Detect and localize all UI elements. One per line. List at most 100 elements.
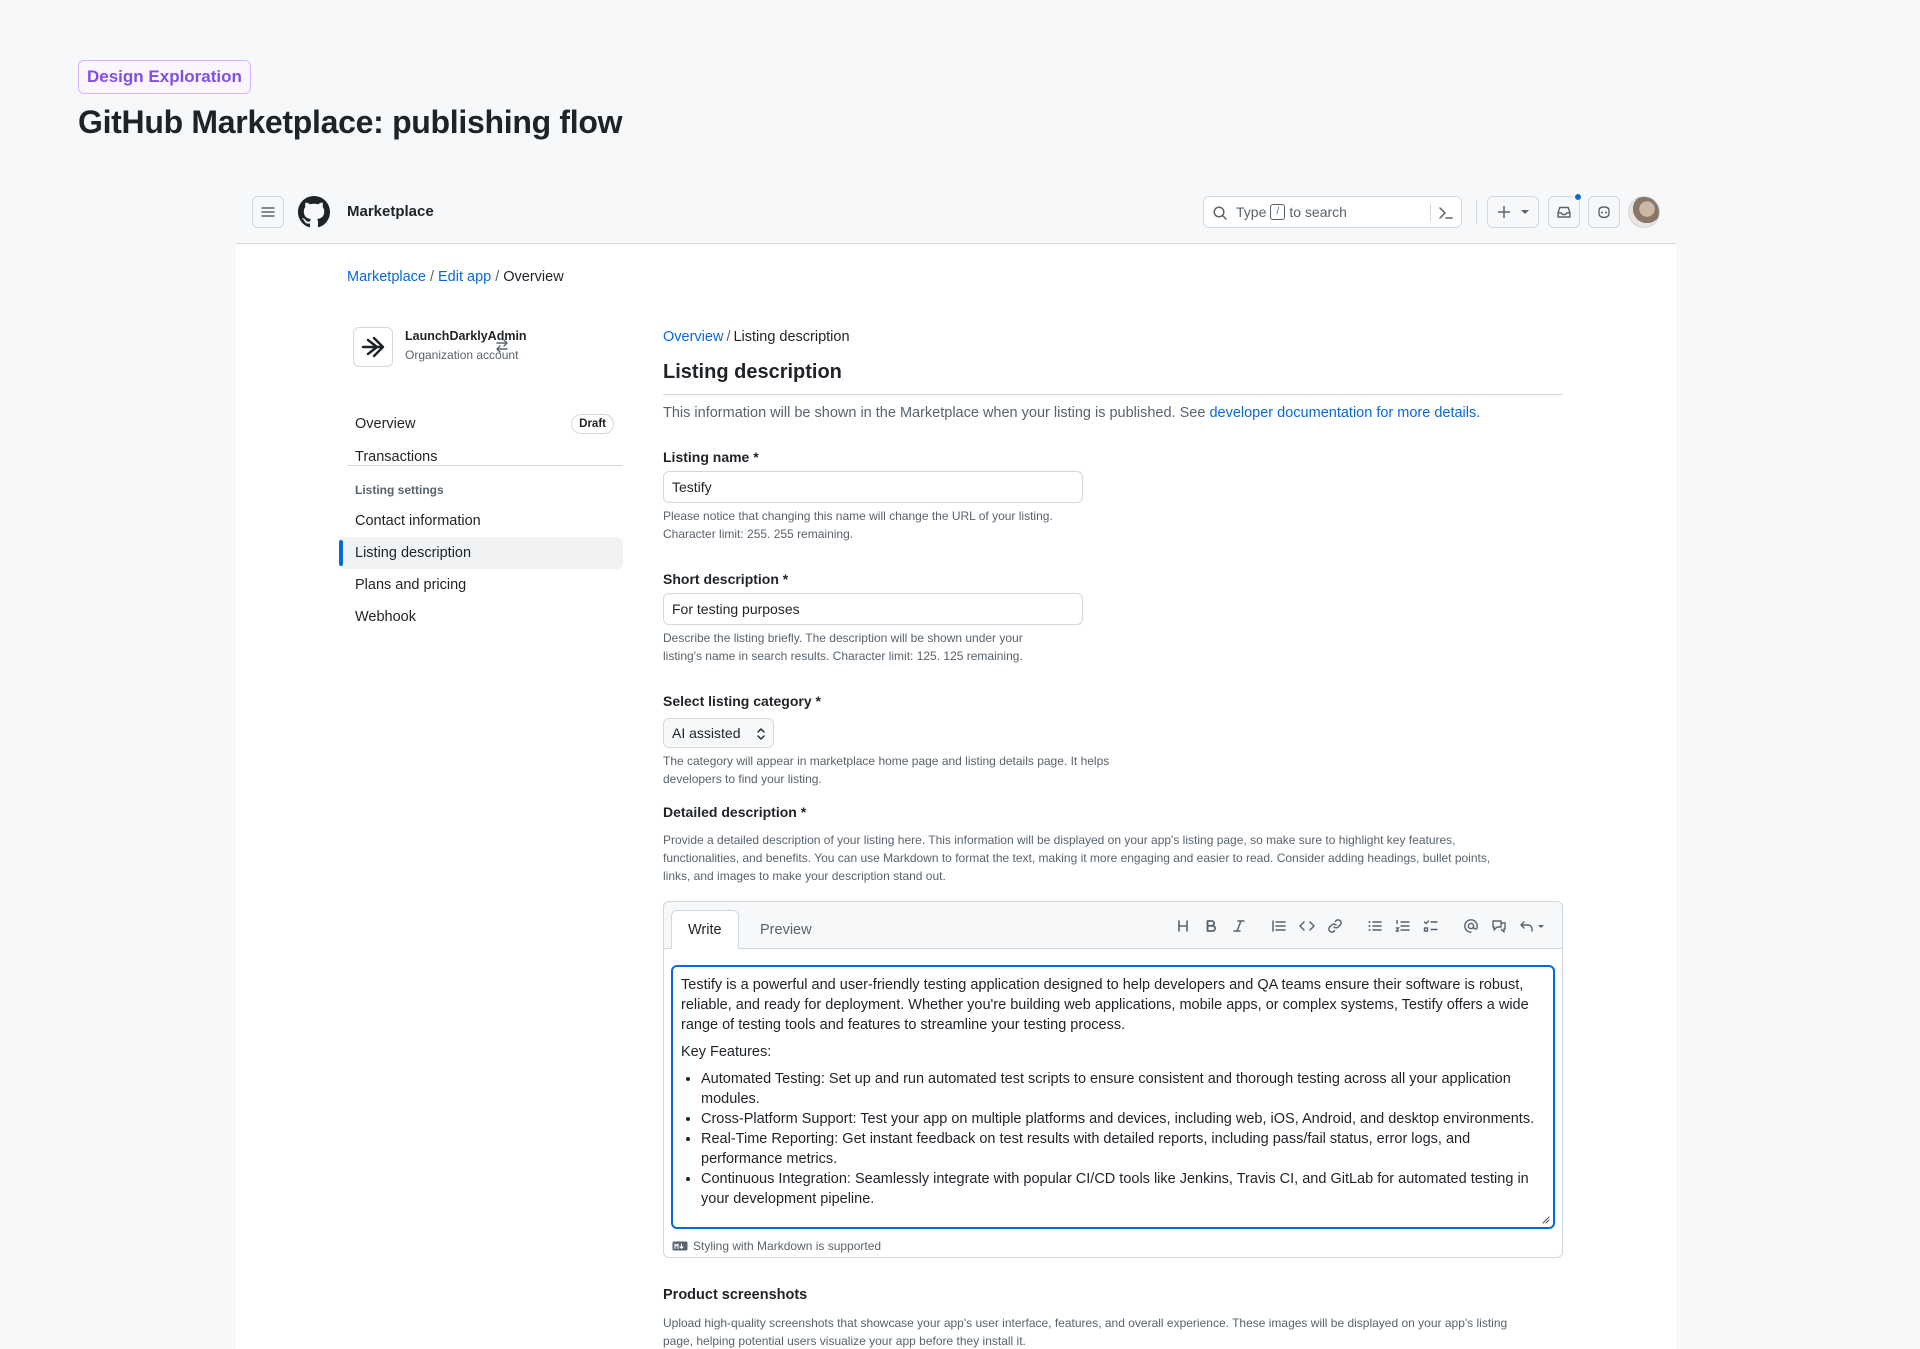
inbox-button[interactable] [1548,196,1580,228]
mention-icon[interactable] [1461,916,1481,936]
plus-icon [1497,205,1511,219]
sidebar-item-contact-information[interactable]: Contact information [339,505,623,537]
category-hint-line: developers to find your listing. [663,772,822,786]
listing-name-field[interactable]: Testify [663,471,1083,503]
unordered-list-icon[interactable] [1365,916,1385,936]
menu-button[interactable] [252,196,284,228]
avatar[interactable] [1628,196,1660,228]
copilot-icon [1598,206,1610,219]
category-select[interactable]: AI assisted [663,718,774,748]
intro-text: This information will be shown in the Ma… [663,405,1480,421]
code-icon[interactable] [1297,916,1317,936]
heading-icon[interactable] [1173,916,1193,936]
search-input[interactable]: Type / to search [1203,196,1462,228]
search-suffix: to search [1289,204,1347,220]
link-icon[interactable] [1325,916,1345,936]
search-icon [1213,206,1227,220]
sidebar-item-webhook[interactable]: Webhook [339,601,623,633]
breadcrumb: Marketplace / Edit app / Overview [347,269,564,285]
breadcrumb-marketplace[interactable]: Marketplace [347,269,426,285]
tab-write[interactable]: Write [671,910,739,949]
global-header: Marketplace Type / to search [236,188,1676,244]
undo-menu-icon[interactable] [1517,916,1549,936]
sidebar-item-listing-description[interactable]: Listing description [339,537,623,569]
section-breadcrumb-current: Listing description [733,329,850,345]
detailed-hint-line: links, and images to make your descripti… [663,869,946,883]
org-logo [353,327,393,367]
sidebar-group-label: Listing settings [355,483,444,497]
title-divider [663,394,1563,395]
breadcrumb-current: Overview [503,269,564,285]
sidebar-item-label: Webhook [355,609,416,625]
hamburger-icon [261,207,275,217]
product-screenshots-title: Product screenshots [663,1287,808,1303]
short-description-field[interactable]: For testing purposes [663,593,1083,625]
resize-handle-icon[interactable] [1540,1214,1550,1224]
switch-account-icon[interactable] [494,338,510,354]
markdown-hint: Styling with Markdown is supported [672,1239,881,1253]
section-title: Listing description [663,361,842,383]
list-item: Real-Time Reporting: Get instant feedbac… [701,1129,1545,1169]
markdown-icon [672,1241,688,1251]
feature-list: Automated Testing: Set up and run automa… [681,1069,1545,1209]
breadcrumb-edit-app[interactable]: Edit app [438,269,491,285]
category-value: AI assisted [672,725,741,741]
org-card: LaunchDarklyAdmin Organization account [353,327,577,371]
chevron-down-icon [1521,210,1529,214]
detailed-description-textarea[interactable]: Testify is a powerful and user-friendly … [671,965,1555,1229]
short-description-hint: Describe the listing briefly. The descri… [663,629,1023,665]
copilot-button[interactable] [1588,196,1620,228]
sidebar-item-label: Plans and pricing [355,577,467,593]
category-label-text: Select listing category [663,693,812,709]
listing-name-hint-line: Please notice that changing this name wi… [663,509,1053,523]
list-item: Cross-Platform Support: Test your app on… [701,1109,1545,1129]
command-palette-icon[interactable] [1438,205,1454,221]
developer-docs-link[interactable]: developer documentation for more details… [1209,405,1480,421]
create-new-button[interactable] [1487,196,1539,228]
detailed-hint-line: Provide a detailed description of your l… [663,833,1456,847]
screenshots-hint-line: page, helping potential users visualize … [663,1334,1026,1348]
list-item: Automated Testing: Set up and run automa… [701,1069,1545,1109]
sidebar-item-label: Overview [355,416,416,432]
detailed-description-label: Detailed description * [663,804,807,820]
intro-body: This information will be shown in the Ma… [663,405,1206,421]
breadcrumb-separator: / [495,269,500,285]
description-intro: Testify is a powerful and user-friendly … [681,977,1529,1033]
bold-icon[interactable] [1201,916,1221,936]
italic-icon[interactable] [1229,916,1249,936]
launchdarkly-logo-icon [361,336,385,358]
short-description-hint-line: Describe the listing briefly. The descri… [663,631,1023,645]
quote-icon[interactable] [1269,916,1289,936]
description-heading: Key Features: [681,1044,772,1060]
page-title: GitHub Marketplace: publishing flow [78,104,623,140]
github-logo-icon[interactable] [298,196,330,228]
task-list-icon[interactable] [1421,916,1441,936]
category-label: Select listing category * [663,693,821,709]
listing-name-hint-line: Character limit: 255. 255 remaining. [663,527,854,541]
inbox-icon [1557,206,1571,218]
product-screenshots-hint: Upload high-quality screenshots that sho… [663,1314,1563,1349]
sidebar-item-label: Transactions [355,449,438,465]
sidebar-divider [347,465,623,466]
screenshots-hint-line: Upload high-quality screenshots that sho… [663,1316,1508,1330]
reference-icon[interactable] [1489,916,1509,936]
markdown-hint-text: Styling with Markdown is supported [693,1239,882,1253]
section-breadcrumb-overview[interactable]: Overview [663,329,723,345]
markdown-editor: Write Preview Testify is a powerful and … [663,901,1563,1258]
tab-preview[interactable]: Preview [744,910,828,949]
category-hint-line: The category will appear in marketplace … [663,754,1110,768]
search-divider [1430,204,1431,222]
topbar-title[interactable]: Marketplace [347,203,434,220]
detailed-hint-line: functionalities, and benefits. You can u… [663,851,1491,865]
section-breadcrumb: Overview / Listing description [663,329,850,345]
sidebar-item-overview[interactable]: Overview Draft [339,408,623,440]
sidebar-item-plans-and-pricing[interactable]: Plans and pricing [339,569,623,601]
short-description-label: Short description * [663,571,789,587]
short-description-hint-line: listing's name in search results. Charac… [663,649,1023,663]
active-indicator [339,540,343,566]
select-arrows-icon [757,728,765,740]
sidebar-item-transactions[interactable]: Transactions [339,441,623,473]
design-exploration-tag: Design Exploration [78,60,251,94]
header-divider [1476,200,1477,224]
ordered-list-icon[interactable] [1393,916,1413,936]
